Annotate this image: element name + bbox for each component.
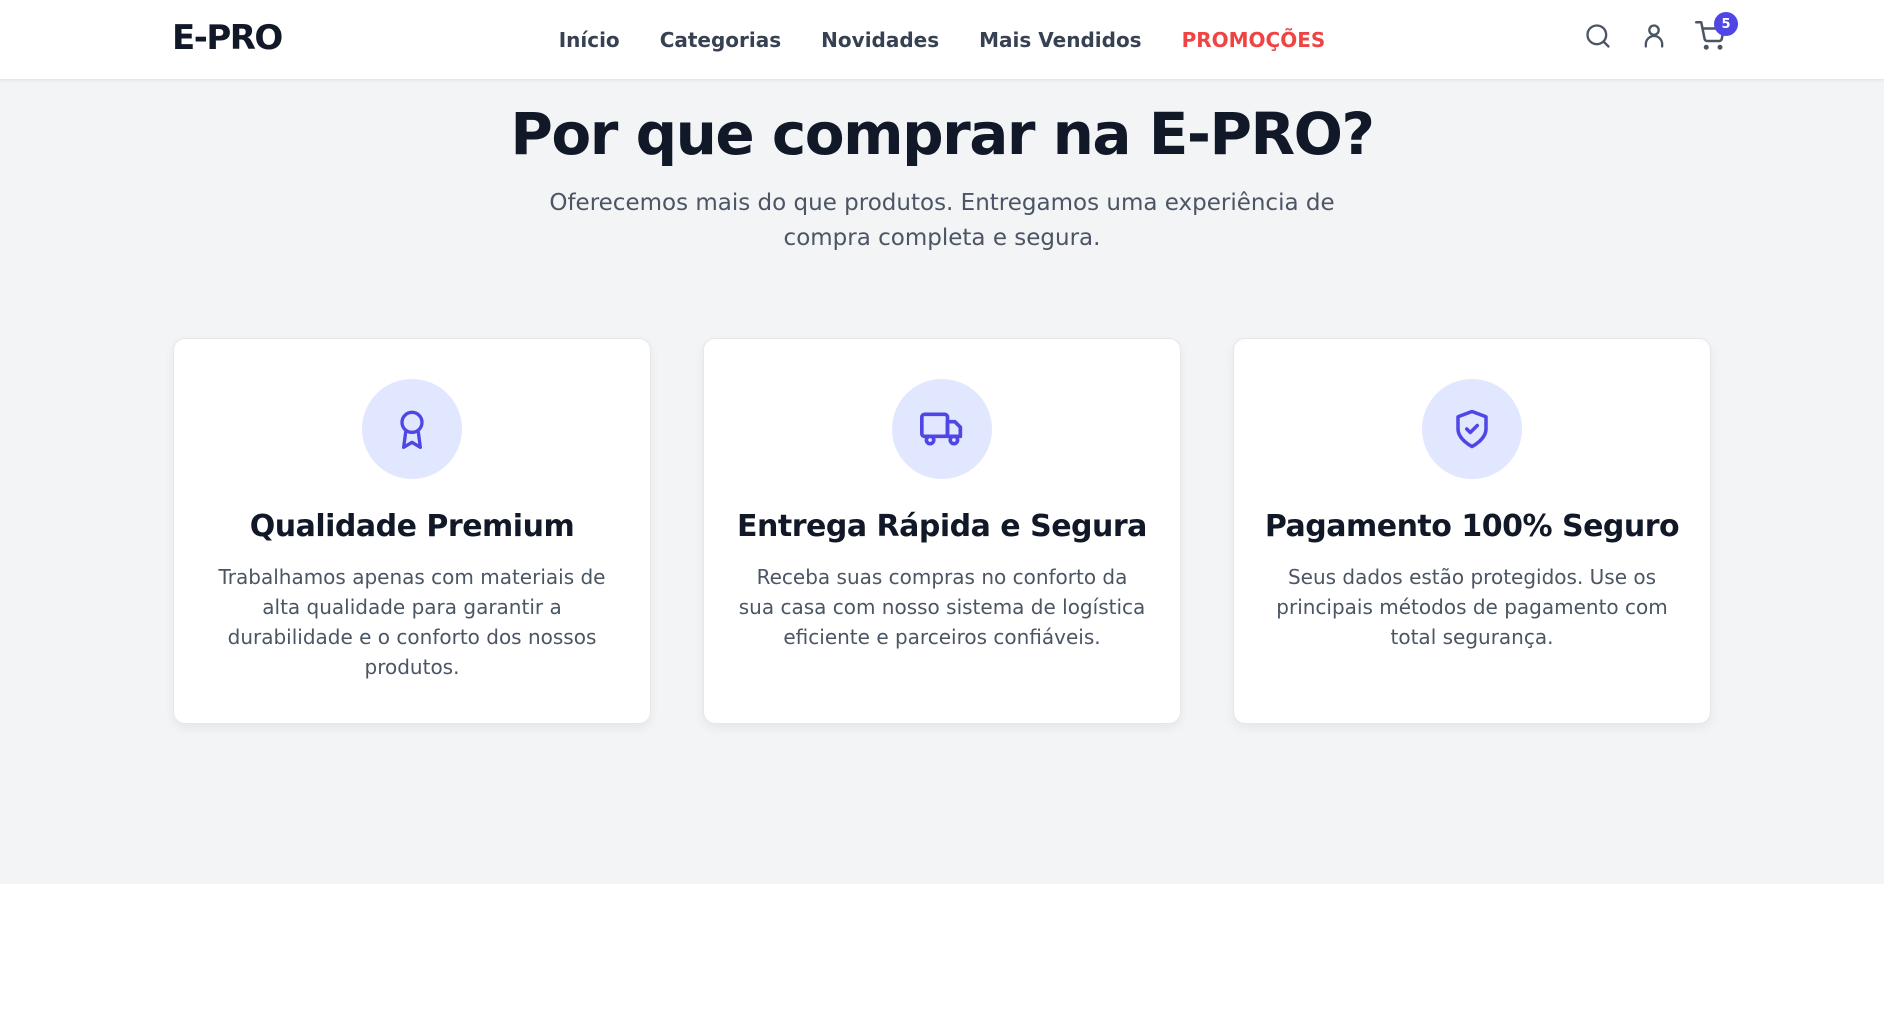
navbar: E-PRO Início Categorias Novidades Mais V…	[0, 0, 1884, 80]
feature-title: Entrega Rápida e Segura	[737, 509, 1147, 544]
logo[interactable]: E-PRO	[172, 18, 283, 58]
nav-link-promocoes[interactable]: PROMOÇÕES	[1182, 28, 1326, 52]
search-icon[interactable]	[1582, 20, 1614, 52]
user-icon[interactable]	[1638, 20, 1670, 52]
section-subtitle: Oferecemos mais do que produtos. Entrega…	[549, 190, 1335, 251]
feature-cards: Qualidade Premium Trabalhamos apenas com…	[173, 338, 1711, 724]
feature-card-payment: Pagamento 100% Seguro Seus dados estão p…	[1233, 338, 1711, 724]
nav-link-inicio[interactable]: Início	[559, 28, 620, 52]
nav-link-mais-vendidos[interactable]: Mais Vendidos	[979, 28, 1141, 52]
feature-card-delivery: Entrega Rápida e Segura Receba suas comp…	[703, 338, 1181, 724]
header-actions: 5	[1582, 12, 1738, 52]
award-icon	[362, 379, 462, 479]
feature-title: Qualidade Premium	[249, 509, 575, 544]
nav-link-novidades[interactable]: Novidades	[821, 28, 939, 52]
nav-link-categorias[interactable]: Categorias	[660, 28, 781, 52]
section-title: Por que comprar na E-PRO?	[510, 100, 1375, 168]
feature-description: Receba suas compras no conforto da sua c…	[738, 565, 1146, 649]
feature-card-quality: Qualidade Premium Trabalhamos apenas com…	[173, 338, 651, 724]
feature-title: Pagamento 100% Seguro	[1264, 509, 1680, 544]
why-buy-section: Por que comprar na E-PRO? Oferecemos mai…	[0, 80, 1884, 884]
feature-description: Trabalhamos apenas com materiais de alta…	[218, 565, 606, 679]
cart-count-badge: 5	[1714, 12, 1738, 36]
truck-icon	[892, 379, 992, 479]
cart-button[interactable]: 5	[1694, 12, 1738, 52]
shield-check-icon	[1422, 379, 1522, 479]
feature-description: Seus dados estão protegidos. Use os prin…	[1276, 565, 1668, 649]
